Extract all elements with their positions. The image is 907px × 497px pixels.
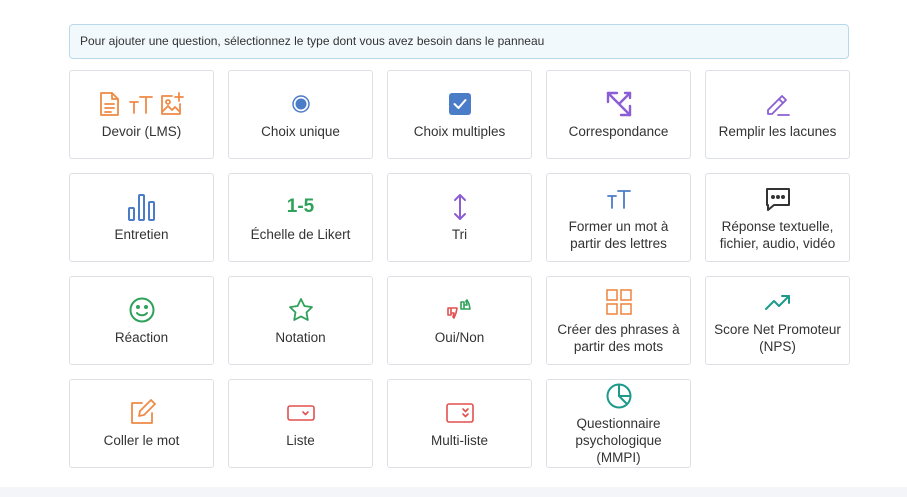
question-type-word-from-letters[interactable]: Former un mot à partir des lettres (546, 173, 691, 262)
question-type-label: Devoir (LMS) (101, 124, 182, 139)
question-type-interview[interactable]: Entretien (69, 173, 214, 262)
edit-square-icon (128, 398, 156, 428)
likert-icon: 1-5 (287, 192, 314, 222)
question-type-assignment[interactable]: Devoir (LMS) (69, 70, 214, 159)
thumbs-icon (446, 295, 474, 325)
question-type-fill-blanks[interactable]: Remplir les lacunes (705, 70, 850, 159)
likert-icon-text: 1-5 (286, 196, 315, 217)
document-icon (99, 92, 119, 116)
question-type-likert[interactable]: 1-5 Échelle de Likert (228, 173, 373, 262)
smile-icon (128, 295, 156, 325)
question-type-label: Score Net Promoteur (NPS) (714, 321, 841, 354)
question-type-label: Oui/Non (434, 330, 485, 345)
text-size-icon (606, 184, 632, 214)
question-type-label: Questionnaire psychologique (MMPI) (575, 416, 662, 465)
question-type-list[interactable]: Liste (228, 379, 373, 468)
question-type-label: Correspondance (568, 124, 669, 139)
question-type-single-choice[interactable]: Choix unique (228, 70, 373, 159)
match-arrows-icon (604, 89, 634, 119)
question-type-sentence-from-words[interactable]: Créer des phrases à partir des mots (546, 276, 691, 365)
info-banner: Pour ajouter une question, sélectionnez … (69, 24, 849, 59)
question-type-rating[interactable]: Notation (228, 276, 373, 365)
question-type-label: Échelle de Likert (250, 227, 351, 242)
question-type-label: Remplir les lacunes (718, 124, 837, 139)
question-type-label: Tri (451, 227, 468, 242)
pencil-icon (764, 89, 792, 119)
star-icon (287, 295, 315, 325)
sort-arrows-icon (453, 192, 467, 222)
question-type-label: Notation (275, 330, 326, 345)
question-type-multi-list[interactable]: Multi-liste (387, 379, 532, 468)
question-type-grid: Devoir (LMS) Choix unique Choix multiple… (69, 70, 850, 468)
question-type-label: Réponse textuelle, fichier, audio, vidéo (719, 218, 836, 251)
question-type-reaction[interactable]: Réaction (69, 276, 214, 365)
pie-chart-icon (605, 381, 633, 411)
question-type-sort[interactable]: Tri (387, 173, 532, 262)
question-type-label: Multi-liste (430, 433, 488, 448)
checkbox-icon (448, 89, 472, 119)
question-type-label: Réaction (114, 330, 169, 345)
bar-chart-icon (127, 192, 157, 222)
question-type-text-response[interactable]: Réponse textuelle, fichier, audio, vidéo (705, 173, 850, 262)
question-type-label: Liste (286, 433, 315, 448)
question-type-label: Former un mot à partir des lettres (568, 218, 669, 251)
multi-dropdown-icon (445, 398, 474, 428)
question-type-nps[interactable]: Score Net Promoteur (NPS) (705, 276, 850, 365)
info-banner-text: Pour ajouter une question, sélectionnez … (80, 34, 545, 48)
question-type-matching[interactable]: Correspondance (546, 70, 691, 159)
question-type-label: Choix unique (261, 124, 340, 139)
bottom-band (0, 487, 907, 497)
radio-icon (291, 89, 311, 119)
assignment-icons (98, 89, 186, 119)
question-type-paste-word[interactable]: Coller le mot (69, 379, 214, 468)
question-type-multiple-choice[interactable]: Choix multiples (387, 70, 532, 159)
question-type-label: Entretien (114, 227, 169, 242)
question-type-label: Créer des phrases à partir des mots (557, 321, 680, 354)
question-type-label: Choix multiples (413, 124, 506, 139)
question-type-label: Coller le mot (103, 433, 180, 448)
image-add-icon (160, 92, 184, 115)
message-icon (764, 184, 792, 214)
question-type-mmpi[interactable]: Questionnaire psychologique (MMPI) (546, 379, 691, 468)
dropdown-icon (286, 398, 315, 428)
text-size-icon (128, 96, 153, 114)
question-type-yes-no[interactable]: Oui/Non (387, 276, 532, 365)
grid-icon (605, 287, 632, 317)
trending-up-icon (764, 287, 792, 317)
